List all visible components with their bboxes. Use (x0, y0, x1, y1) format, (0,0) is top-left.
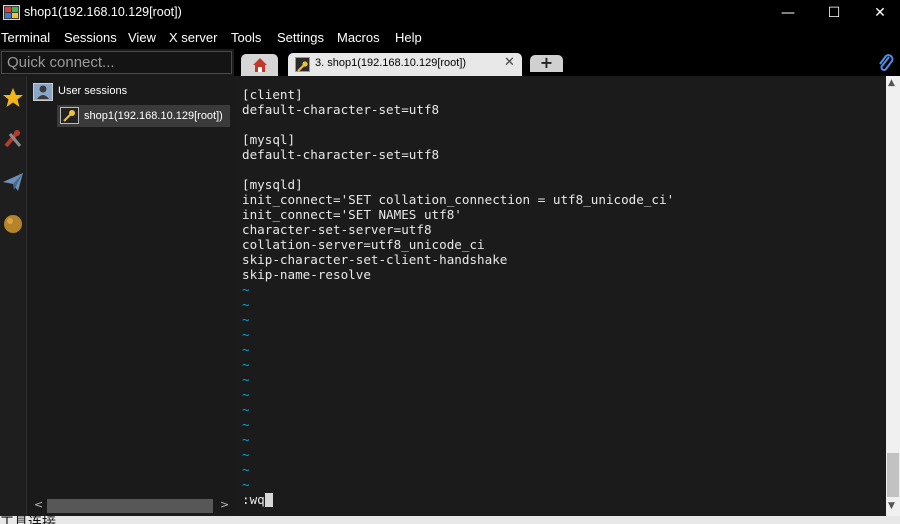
title-bar: shop1(192.168.10.129[root]) — ☐ ✕ (0, 0, 900, 27)
tab-strip: 3. shop1(192.168.10.129[root]) ✕ + (234, 49, 900, 76)
new-tab-button[interactable]: + (530, 55, 563, 72)
tilde-line: ~ (242, 477, 250, 492)
terminal-area[interactable]: [client] default-character-set=utf8 [mysql… (234, 76, 886, 516)
terminal-line: skip-character-set-client-handshake (242, 252, 508, 267)
home-icon (253, 58, 267, 72)
quick-connect-input[interactable]: Quick connect... (1, 51, 232, 74)
scroll-down-icon[interactable]: ▼ (888, 501, 895, 511)
close-button[interactable]: ✕ (857, 0, 900, 27)
minimize-button[interactable]: — (765, 0, 811, 27)
star-icon[interactable] (2, 87, 24, 109)
menu-terminal[interactable]: Terminal (1, 30, 50, 45)
tools-icon[interactable] (2, 128, 24, 150)
home-tab[interactable] (241, 54, 278, 76)
tilde-line: ~ (242, 297, 250, 312)
scrollbar-thumb[interactable] (47, 499, 213, 513)
bottom-strip: 工具连接 (0, 516, 900, 524)
menu-macros[interactable]: Macros (337, 30, 380, 45)
command-line[interactable]: :wq (242, 492, 273, 507)
sessions-panel: User sessions shop1(192.168.10.129[root]… (27, 76, 233, 516)
tab-close-icon[interactable]: ✕ (504, 55, 515, 70)
terminal-line: [mysqld] (242, 177, 303, 192)
globe-icon[interactable] (2, 213, 24, 235)
tilde-line: ~ (242, 357, 250, 372)
key-icon (60, 107, 79, 124)
scroll-up-icon[interactable]: ▲ (888, 78, 895, 88)
send-icon[interactable] (2, 171, 24, 193)
mobaxterm-app-icon (3, 5, 20, 20)
menu-tools[interactable]: Tools (231, 30, 261, 45)
key-icon (295, 57, 310, 72)
bottom-text: 工具连接 (0, 516, 56, 524)
tilde-line: ~ (242, 387, 250, 402)
menu-x-server[interactable]: X server (169, 30, 217, 45)
menu-settings[interactable]: Settings (277, 30, 324, 45)
tilde-line: ~ (242, 282, 250, 297)
scroll-right-icon[interactable]: > (220, 498, 229, 511)
tab-session-shop1[interactable]: 3. shop1(192.168.10.129[root]) ✕ (288, 53, 522, 76)
session-item[interactable]: shop1(192.168.10.129[root]) (57, 105, 230, 127)
tilde-line: ~ (242, 432, 250, 447)
tilde-line: ~ (242, 417, 250, 432)
terminal-line: collation-server=utf8_unicode_ci (242, 237, 485, 252)
menu-view[interactable]: View (128, 30, 156, 45)
menu-help[interactable]: Help (395, 30, 422, 45)
tilde-line: ~ (242, 402, 250, 417)
tilde-line: ~ (242, 462, 250, 477)
terminal-line: default-character-set=utf8 (242, 102, 440, 117)
maximize-button[interactable]: ☐ (811, 0, 857, 27)
tilde-line: ~ (242, 312, 250, 327)
session-label: shop1(192.168.10.129[root]) (84, 110, 223, 122)
tilde-line: ~ (242, 447, 250, 462)
scroll-left-icon[interactable]: < (34, 498, 43, 511)
terminal-vertical-scrollbar[interactable]: ▲ ▼ (886, 76, 900, 516)
terminal-line: init_connect='SET collation_connection =… (242, 192, 675, 207)
terminal-line: default-character-set=utf8 (242, 147, 440, 162)
user-sessions-icon (33, 83, 53, 101)
tilde-line: ~ (242, 372, 250, 387)
terminal-line: init_connect='SET NAMES utf8' (242, 207, 462, 222)
scrollbar-thumb[interactable] (887, 453, 899, 497)
terminal-line: character-set-server=utf8 (242, 222, 432, 237)
paperclip-icon[interactable] (877, 53, 895, 73)
sessions-horizontal-scrollbar[interactable]: < > (30, 496, 230, 514)
tab-label: 3. shop1(192.168.10.129[root]) (315, 57, 467, 69)
window-title: shop1(192.168.10.129[root]) (24, 5, 182, 19)
user-sessions-label[interactable]: User sessions (58, 85, 127, 97)
plus-icon: + (539, 53, 554, 72)
menu-bar: Terminal Sessions View X server Tools Se… (0, 27, 900, 49)
terminal-line: [mysql] (242, 132, 296, 147)
terminal-line: [client] (242, 87, 303, 102)
terminal-line: skip-name-resolve (242, 267, 371, 282)
command-text: :wq (242, 492, 265, 507)
menu-sessions[interactable]: Sessions (64, 30, 117, 45)
tilde-line: ~ (242, 327, 250, 342)
text-cursor (264, 493, 273, 507)
tilde-line: ~ (242, 342, 250, 357)
left-toolbar (0, 76, 27, 516)
